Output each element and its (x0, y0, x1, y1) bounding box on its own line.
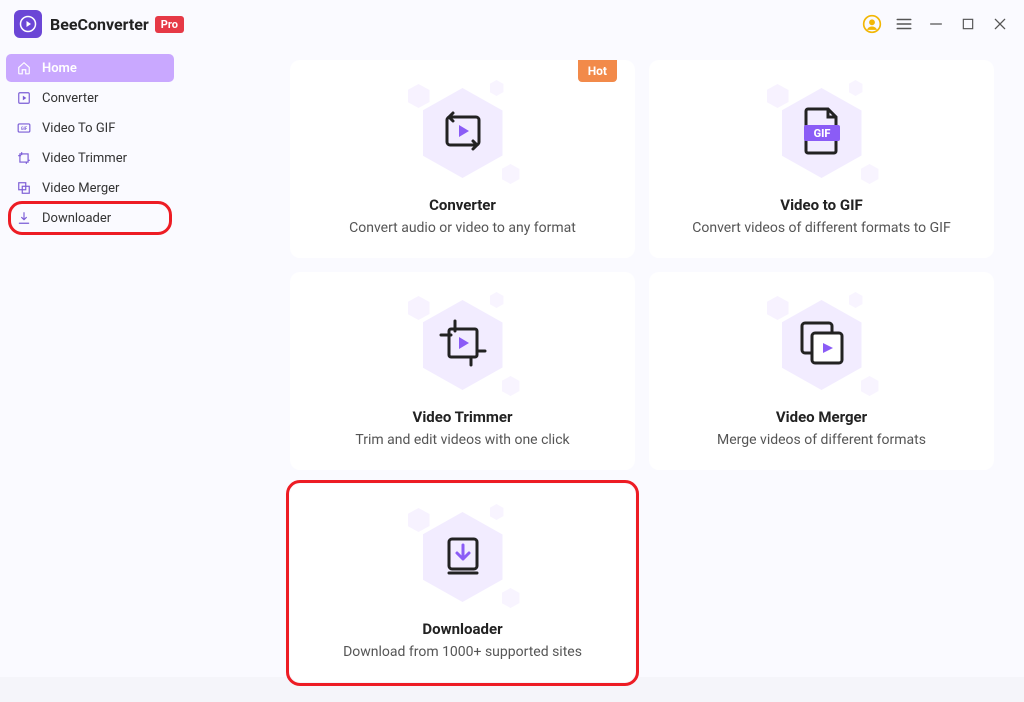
titlebar: BeeConverter Pro (0, 0, 1024, 44)
sidebar-item-label: Video To GIF (42, 121, 115, 136)
merge-icon (16, 180, 32, 196)
menu-icon[interactable] (894, 14, 914, 34)
card-desc: Download from 1000+ supported sites (310, 644, 615, 660)
titlebar-controls (862, 14, 1010, 34)
close-icon[interactable] (990, 14, 1010, 34)
card-downloader[interactable]: Downloader Download from 1000+ supported… (290, 484, 635, 682)
app-window: BeeConverter Pro (0, 0, 1024, 677)
trimmer-icon (437, 317, 489, 373)
gif-icon: GIF (16, 120, 32, 136)
card-icon-wrap (398, 78, 528, 188)
card-title: Video Trimmer (310, 408, 615, 426)
feature-grid: Hot Converter Convert audio or video to … (290, 60, 994, 682)
card-desc: Convert videos of different formats to G… (669, 220, 974, 236)
card-icon-wrap (398, 290, 528, 400)
sidebar-item-video-trimmer[interactable]: Video Trimmer (6, 144, 174, 172)
sidebar-item-label: Home (42, 61, 77, 76)
sidebar-item-label: Video Trimmer (42, 151, 127, 166)
sidebar-item-downloader[interactable]: Downloader (6, 204, 174, 232)
card-desc: Trim and edit videos with one click (310, 432, 615, 448)
sidebar-item-video-merger[interactable]: Video Merger (6, 174, 174, 202)
card-desc: Convert audio or video to any format (310, 220, 615, 236)
svg-text:GIF: GIF (813, 127, 830, 140)
sidebar-item-converter[interactable]: Converter (6, 84, 174, 112)
svg-text:GIF: GIF (21, 126, 28, 131)
hot-badge: Hot (578, 60, 617, 82)
pro-badge: Pro (155, 16, 184, 33)
sidebar-item-label: Converter (42, 91, 98, 106)
card-video-to-gif[interactable]: GIF Video to GIF Convert videos of diffe… (649, 60, 994, 258)
main-panel: Hot Converter Convert audio or video to … (180, 44, 1024, 702)
trim-icon (16, 150, 32, 166)
card-icon-wrap: GIF (757, 78, 887, 188)
minimize-icon[interactable] (926, 14, 946, 34)
play-box-icon (16, 90, 32, 106)
card-video-merger[interactable]: Video Merger Merge videos of different f… (649, 272, 994, 470)
sidebar-item-home[interactable]: Home (6, 54, 174, 82)
sidebar-item-label: Video Merger (42, 181, 119, 196)
sidebar-item-label: Downloader (42, 211, 111, 226)
card-title: Downloader (310, 620, 615, 638)
gif-file-icon: GIF (798, 105, 846, 161)
maximize-icon[interactable] (958, 14, 978, 34)
card-icon-wrap (757, 290, 887, 400)
app-body: Home Converter GIF Video To GIF Video Tr… (0, 44, 1024, 702)
card-title: Converter (310, 196, 615, 214)
merger-icon (796, 317, 848, 373)
converter-icon (439, 107, 487, 159)
user-icon[interactable] (862, 14, 882, 34)
app-title: BeeConverter (50, 15, 149, 34)
card-title: Video to GIF (669, 196, 974, 214)
sidebar-item-video-to-gif[interactable]: GIF Video To GIF (6, 114, 174, 142)
card-desc: Merge videos of different formats (669, 432, 974, 448)
sidebar: Home Converter GIF Video To GIF Video Tr… (0, 44, 180, 702)
download-icon (16, 210, 32, 226)
card-converter[interactable]: Hot Converter Convert audio or video to … (290, 60, 635, 258)
card-icon-wrap (398, 502, 528, 612)
card-title: Video Merger (669, 408, 974, 426)
home-icon (16, 60, 32, 76)
card-video-trimmer[interactable]: Video Trimmer Trim and edit videos with … (290, 272, 635, 470)
downloader-icon (439, 531, 487, 583)
app-logo-icon (14, 10, 42, 38)
